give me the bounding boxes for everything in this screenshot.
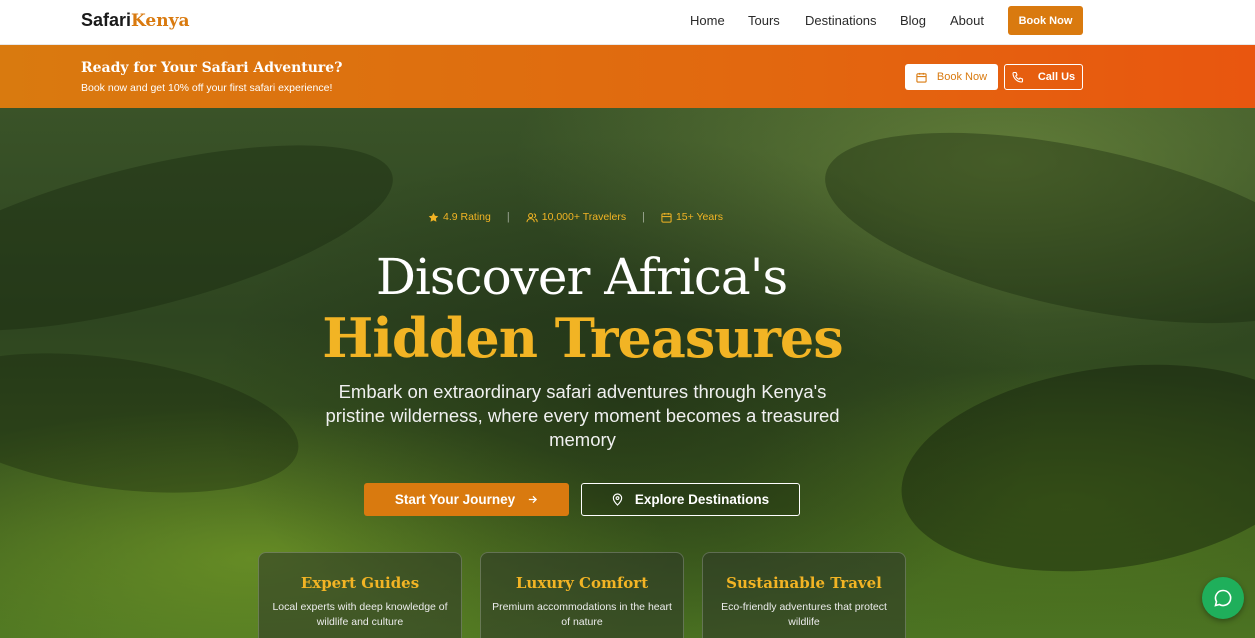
hero-description: Embark on extraordinary safari adventure… xyxy=(325,381,840,450)
start-journey-label: Start Your Journey xyxy=(394,492,516,507)
stat-travelers-label: 10,000+ Travelers xyxy=(541,211,627,223)
feature-card-title: Sustainable Travel xyxy=(726,574,882,592)
nav-link-destinations[interactable]: Destinations xyxy=(805,13,877,28)
whatsapp-chat-button[interactable] xyxy=(1202,577,1244,619)
nav-link-about[interactable]: About xyxy=(950,13,984,28)
feature-card-text: Local experts with deep knowledge of wil… xyxy=(272,601,448,628)
promo-title: Ready for Your Safari Adventure? xyxy=(81,60,343,76)
phone-icon xyxy=(1012,71,1023,83)
logo-main-text: Safari xyxy=(81,10,132,30)
nav-link-home[interactable]: Home xyxy=(690,13,725,28)
feature-card-title: Luxury Comfort xyxy=(515,574,649,592)
feature-card-text: Eco-friendly adventures that protect wil… xyxy=(721,601,887,628)
feature-card-expert-guides: Expert Guides Local experts with deep kn… xyxy=(258,552,462,638)
stat-years-label: 15+ Years xyxy=(675,211,723,223)
feature-card-title: Expert Guides xyxy=(300,574,420,592)
calendar-icon xyxy=(916,72,927,83)
nav-link-blog[interactable]: Blog xyxy=(900,13,926,28)
stat-separator: | xyxy=(642,211,645,223)
explore-destinations-label: Explore Destinations xyxy=(634,492,770,507)
promo-book-now-button[interactable]: Book Now xyxy=(905,64,998,90)
star-icon xyxy=(428,212,439,222)
hero-heading-line1: Discover Africa's xyxy=(375,248,788,306)
stat-travelers: 10,000+ Travelers xyxy=(526,211,626,223)
stat-rating-label: 4.9 Rating xyxy=(443,211,491,223)
promo-book-now-label: Book Now xyxy=(936,71,988,83)
logo-accent-text: Kenya xyxy=(131,11,190,31)
site-logo[interactable]: SafariKenya xyxy=(81,10,190,31)
hero-stats-row: 4.9 Rating | 10,000+ Travelers | 15+ Yea… xyxy=(428,211,723,223)
chat-bubble-icon xyxy=(1214,589,1232,607)
start-journey-button[interactable]: Start Your Journey xyxy=(364,483,569,516)
hero-heading-line2: Hidden Treasures xyxy=(322,306,843,370)
feature-card-text: Premium accommodations in the heart of n… xyxy=(492,601,672,628)
feature-card-sustainable-travel: Sustainable Travel Eco-friendly adventur… xyxy=(702,552,906,638)
feature-card-luxury-comfort: Luxury Comfort Premium accommodations in… xyxy=(480,552,684,638)
explore-destinations-button[interactable]: Explore Destinations xyxy=(581,483,800,516)
users-icon xyxy=(526,212,538,222)
hero-section: 4.9 Rating | 10,000+ Travelers | 15+ Yea… xyxy=(0,108,1255,638)
map-pin-icon xyxy=(612,493,623,506)
arrow-right-icon xyxy=(528,495,538,504)
stat-separator: | xyxy=(506,211,510,223)
nav-link-tours[interactable]: Tours xyxy=(748,13,780,28)
stat-years: 15+ Years xyxy=(661,211,723,223)
promo-subtitle: Book now and get 10% off your first safa… xyxy=(81,82,333,94)
stat-rating: 4.9 Rating xyxy=(428,211,491,223)
calendar-icon xyxy=(661,212,672,223)
promo-banner: Ready for Your Safari Adventure? Book no… xyxy=(0,45,1255,108)
promo-call-us-button[interactable]: Call Us xyxy=(1004,64,1083,90)
nav-book-now-button[interactable]: Book Now xyxy=(1008,6,1083,35)
promo-call-us-label: Call Us xyxy=(1037,71,1076,83)
top-navbar: SafariKenya Home Tours Destinations Blog… xyxy=(0,0,1255,45)
